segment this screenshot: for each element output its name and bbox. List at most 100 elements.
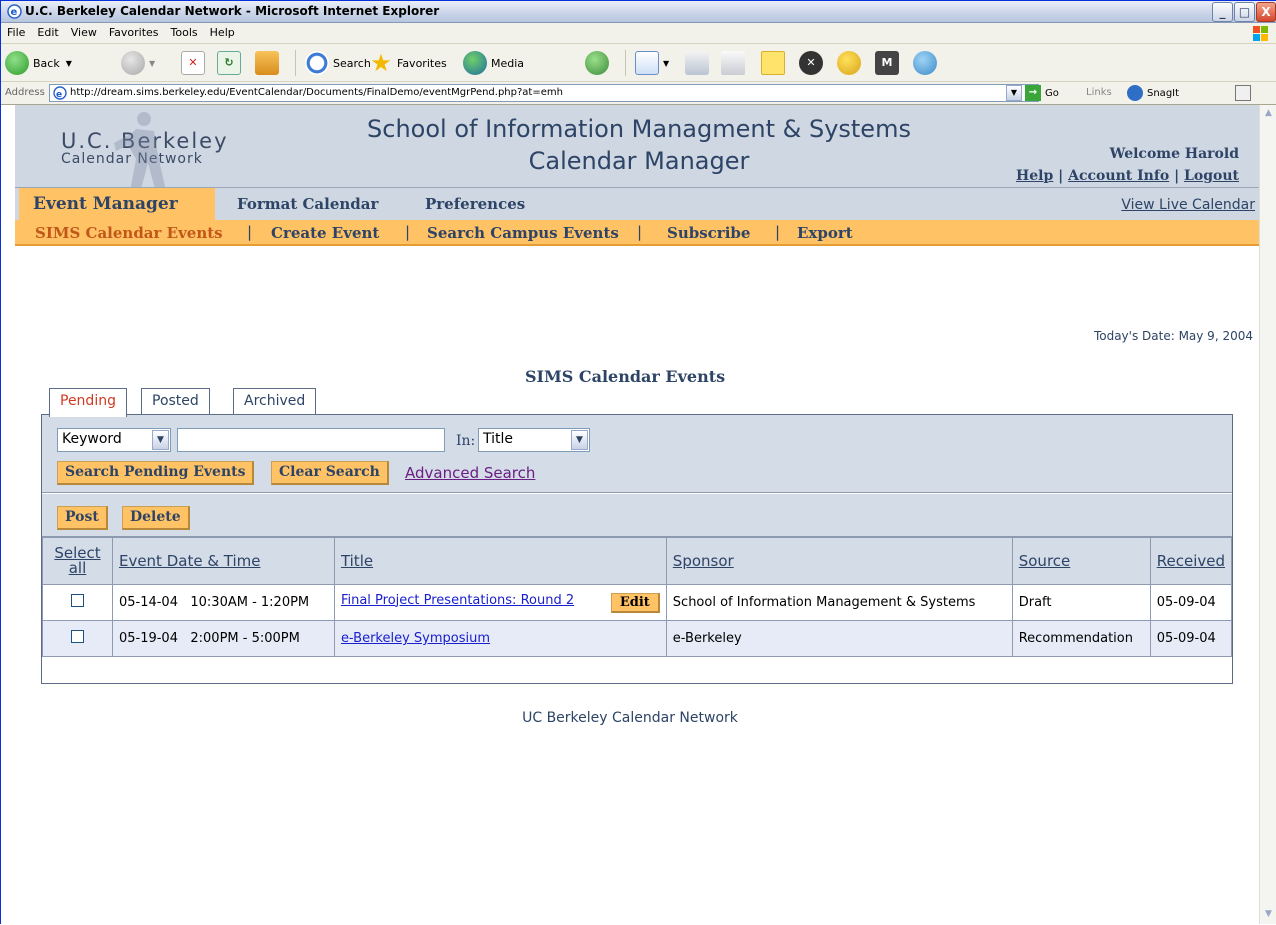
menu-view[interactable]: View bbox=[65, 23, 103, 43]
date-header[interactable]: Event Date & Time bbox=[111, 537, 335, 585]
event-sponsor: e-Berkeley bbox=[665, 620, 1013, 657]
menu-edit[interactable]: Edit bbox=[31, 23, 64, 43]
title-sort-link[interactable]: Title bbox=[341, 552, 373, 570]
sponsor-header[interactable]: Sponsor bbox=[665, 537, 1013, 585]
subnav-subscribe[interactable]: Subscribe bbox=[667, 224, 750, 242]
title-line2: Calendar Manager bbox=[528, 147, 750, 175]
scroll-down-icon[interactable]: ▼ bbox=[1261, 906, 1276, 922]
event-received: 05-09-04 bbox=[1149, 584, 1233, 621]
notes-button[interactable] bbox=[761, 50, 789, 76]
subnav-sims-calendar-events[interactable]: SIMS Calendar Events bbox=[35, 224, 223, 242]
tab-posted[interactable]: Posted bbox=[141, 388, 210, 415]
post-button[interactable]: Post bbox=[57, 506, 108, 530]
account-info-link[interactable]: Account Info bbox=[1068, 168, 1169, 184]
search-button[interactable]: Search bbox=[305, 50, 371, 76]
media-button[interactable]: Media bbox=[463, 50, 524, 76]
messenger-button[interactable] bbox=[837, 50, 865, 76]
select-all-link[interactable]: all bbox=[69, 559, 87, 577]
go-button[interactable]: → Go bbox=[1025, 84, 1059, 102]
page-icon: e bbox=[53, 86, 67, 100]
refresh-button[interactable]: ↻ bbox=[217, 50, 245, 76]
clear-search-button[interactable]: Clear Search bbox=[271, 461, 389, 485]
links-label[interactable]: Links bbox=[1086, 87, 1112, 98]
help-link[interactable]: Help bbox=[1016, 168, 1053, 184]
delete-button[interactable]: Delete bbox=[122, 506, 190, 530]
title-cell: e-Berkeley Symposium bbox=[333, 620, 667, 657]
date-sort-link[interactable]: Event Date & Time bbox=[119, 552, 261, 570]
print-button[interactable] bbox=[685, 50, 713, 76]
site-header: U.C. Berkeley Calendar Network School of… bbox=[15, 105, 1259, 193]
search-input[interactable] bbox=[177, 428, 445, 452]
title-header[interactable]: Title bbox=[333, 537, 667, 585]
subnav-export[interactable]: Export bbox=[797, 224, 853, 242]
research-button[interactable]: M bbox=[875, 50, 903, 76]
maximize-button[interactable]: □ bbox=[1234, 2, 1255, 22]
menu-tools[interactable]: Tools bbox=[165, 23, 204, 43]
title-line1: School of Information Managment & System… bbox=[367, 115, 911, 143]
sponsor-sort-link[interactable]: Sponsor bbox=[673, 552, 734, 570]
row-select-cell bbox=[42, 584, 113, 621]
advanced-search-link[interactable]: Advanced Search bbox=[405, 464, 535, 482]
scroll-up-icon[interactable]: ▲ bbox=[1261, 105, 1276, 121]
snagit-button[interactable]: SnagIt bbox=[1127, 84, 1179, 102]
address-input[interactable]: e http://dream.sims.berkeley.edu/EventCa… bbox=[49, 84, 1039, 102]
menu-favorites[interactable]: Favorites bbox=[103, 23, 165, 43]
event-title-link[interactable]: e-Berkeley Symposium bbox=[341, 631, 490, 646]
subnav-separator: | bbox=[405, 223, 411, 241]
select-all-header[interactable]: Select all bbox=[42, 537, 113, 585]
title-cell: Final Project Presentations: Round 2 Edi… bbox=[333, 584, 667, 621]
address-dropdown-icon[interactable]: ▼ bbox=[1006, 85, 1022, 101]
events-panel: Keyword ▼ In: Title ▼ Search Pending Eve… bbox=[41, 414, 1233, 684]
forward-button[interactable]: ▼ bbox=[121, 50, 155, 76]
event-source: Recommendation bbox=[1011, 620, 1151, 657]
tab-pending[interactable]: Pending bbox=[49, 388, 127, 417]
primary-nav: Event Manager Format Calendar Preference… bbox=[15, 187, 1259, 221]
snagit-capture-icon[interactable] bbox=[1235, 85, 1251, 101]
search-field-select[interactable]: Keyword ▼ bbox=[57, 428, 171, 452]
row-checkbox[interactable] bbox=[70, 630, 84, 643]
close-button[interactable]: X bbox=[1256, 2, 1276, 22]
received-sort-link[interactable]: Received bbox=[1157, 552, 1225, 570]
vertical-scrollbar[interactable]: ▲ ▼ bbox=[1259, 105, 1276, 924]
source-sort-link[interactable]: Source bbox=[1019, 552, 1071, 570]
search-panel: Keyword ▼ In: Title ▼ Search Pending Eve… bbox=[42, 415, 1232, 493]
tab-archived[interactable]: Archived bbox=[233, 388, 317, 415]
search-pending-events-button[interactable]: Search Pending Events bbox=[57, 461, 255, 485]
edit-button[interactable]: Edit bbox=[610, 592, 660, 613]
history-button[interactable] bbox=[585, 50, 613, 76]
row-checkbox[interactable] bbox=[70, 594, 84, 607]
subnav-search-campus-events[interactable]: Search Campus Events bbox=[427, 224, 619, 242]
search-in-select[interactable]: Title ▼ bbox=[478, 428, 590, 452]
event-title-link[interactable]: Final Project Presentations: Round 2 bbox=[341, 593, 574, 608]
chevron-down-icon: ▼ bbox=[152, 430, 169, 450]
contacts-button[interactable] bbox=[913, 50, 941, 76]
received-header[interactable]: Received bbox=[1149, 537, 1233, 585]
tab-format-calendar[interactable]: Format Calendar bbox=[237, 195, 378, 213]
menu-file[interactable]: File bbox=[1, 23, 31, 43]
mail-button[interactable]: ▼ bbox=[635, 50, 669, 76]
subnav-create-event[interactable]: Create Event bbox=[271, 224, 379, 242]
search-in-value: Title bbox=[483, 431, 514, 447]
back-arrow-icon bbox=[5, 51, 29, 75]
events-table: Select all Event Date & Time Title Spons… bbox=[42, 537, 1233, 657]
search-label: Search bbox=[333, 56, 371, 70]
home-button[interactable] bbox=[255, 50, 283, 76]
stop-button[interactable]: ✕ bbox=[181, 50, 209, 76]
site-logo[interactable]: U.C. Berkeley Calendar Network bbox=[61, 112, 229, 193]
block-button[interactable]: ✕ bbox=[799, 50, 827, 76]
event-datetime: 05-14-04 10:30AM - 1:20PM bbox=[111, 584, 335, 621]
subnav-separator: | bbox=[637, 223, 643, 241]
favorites-button[interactable]: ★ Favorites bbox=[369, 49, 446, 77]
menu-help[interactable]: Help bbox=[204, 23, 241, 43]
view-live-calendar-link[interactable]: View Live Calendar bbox=[1121, 197, 1255, 213]
star-icon: ★ bbox=[370, 49, 392, 77]
edit-page-button[interactable] bbox=[721, 50, 749, 76]
subnav-separator: | bbox=[775, 223, 781, 241]
tab-preferences[interactable]: Preferences bbox=[425, 195, 525, 213]
logout-link[interactable]: Logout bbox=[1184, 168, 1239, 184]
tab-event-manager[interactable]: Event Manager bbox=[19, 188, 215, 221]
back-button[interactable]: Back ▼ bbox=[5, 50, 72, 76]
minimize-button[interactable]: _ bbox=[1212, 2, 1233, 22]
chevron-down-icon: ▼ bbox=[571, 430, 588, 450]
source-header[interactable]: Source bbox=[1011, 537, 1151, 585]
